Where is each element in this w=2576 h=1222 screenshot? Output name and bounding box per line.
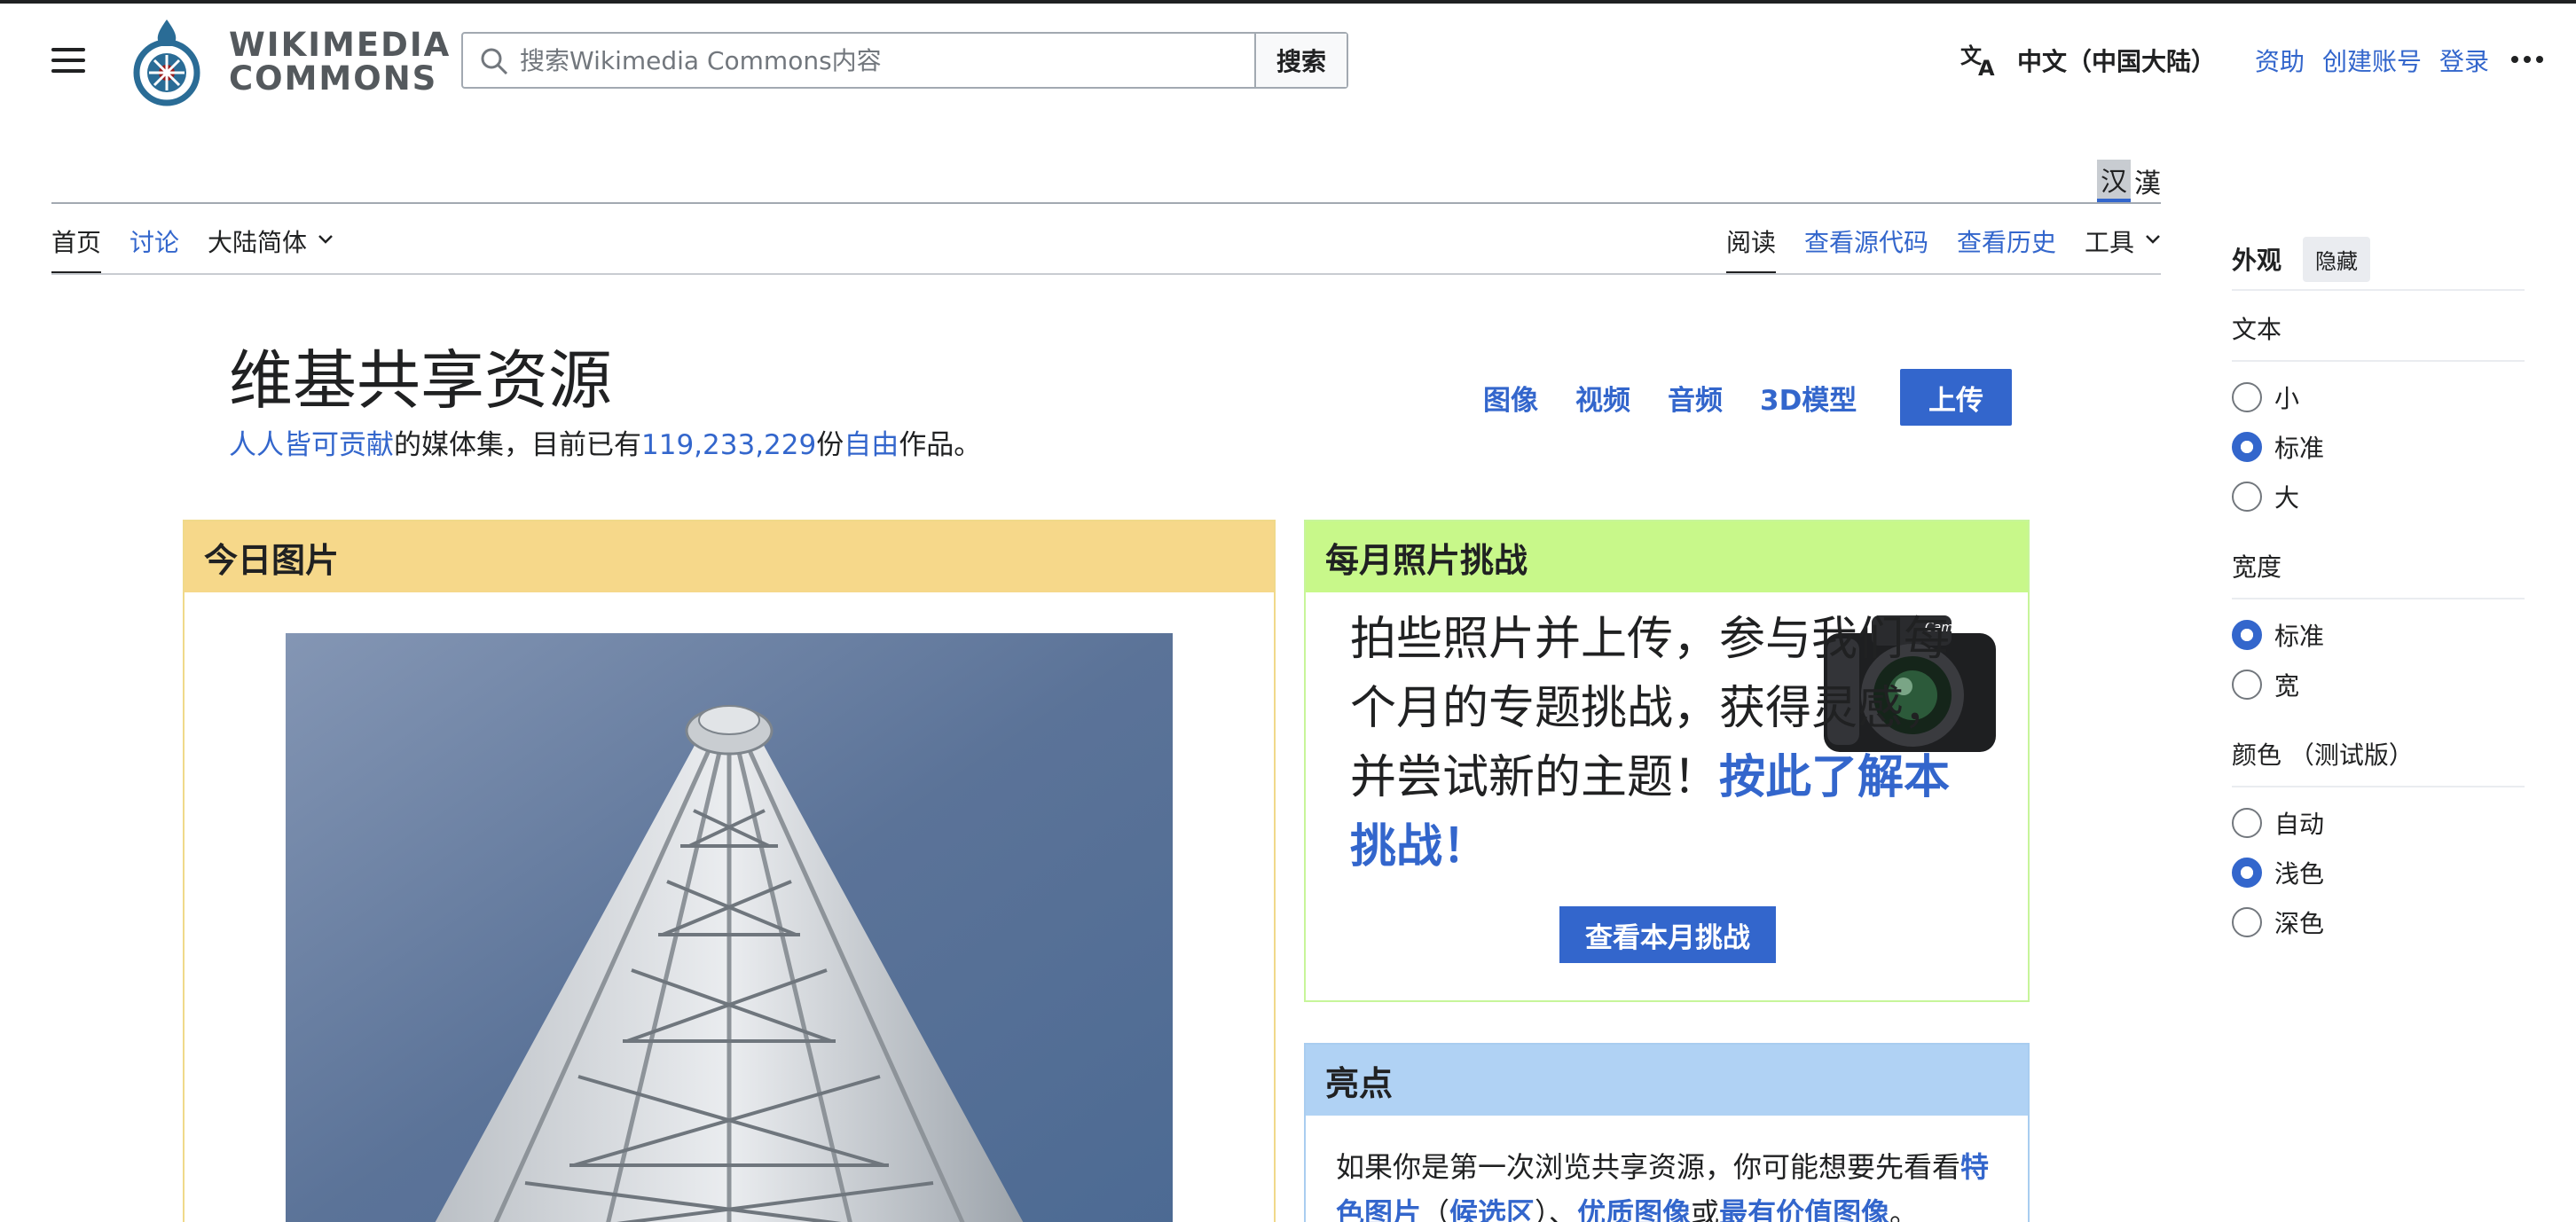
tab-main-page[interactable]: 首页 [51,223,102,275]
text-size-small[interactable]: 小 [2232,372,2525,422]
3d-models-link[interactable]: 3D模型 [1760,378,1857,418]
chevron-down-icon [2146,235,2160,244]
donate-link[interactable]: 资助 [2255,43,2305,78]
search-icon [481,48,508,75]
color-auto[interactable]: 自动 [2232,798,2525,848]
site-logo[interactable]: WIKIMEDIA COMMONS [131,16,449,106]
view-challenge-button[interactable]: 查看本月挑战 [1559,906,1776,963]
text-size-label: 文本 [2232,291,2525,362]
logo-wordmark: WIKIMEDIA COMMONS [229,26,452,98]
radio-button[interactable] [2232,808,2262,838]
radio-button-selected[interactable] [2232,620,2262,650]
text-size-standard[interactable]: 标准 [2232,422,2525,472]
tab-tools-dropdown[interactable]: 工具 [2085,223,2161,275]
more-options-icon[interactable] [2507,46,2548,73]
width-options: 标准 宽 [2232,599,2525,717]
variant-traditional[interactable]: 漢 [2131,161,2164,200]
main-menu-icon[interactable] [50,44,89,76]
login-link[interactable]: 登录 [2439,43,2489,78]
variant-simplified[interactable]: 汉 [2097,160,2131,202]
page-title: 维基共享资源 [229,343,613,418]
chevron-down-icon [318,235,333,244]
highlights-box: 亮点 如果你是第一次浏览共享资源，你可能想要先看看特色图片（候选区）、优质图像或… [1304,1043,2030,1222]
text-size-large[interactable]: 大 [2232,472,2525,521]
tab-read[interactable]: 阅读 [1725,223,1776,275]
picture-of-the-day-box: 今日图片 [183,520,1276,1222]
radio-button[interactable] [2232,382,2262,412]
challenge-description: 拍些照片并上传，参与我们每个月的专题挑战，获得灵感，并尝试新的主题！按此了解本挑… [1350,613,1951,873]
candidates-link[interactable]: 候选区 [1449,1196,1535,1222]
top-border [0,0,2576,4]
highlights-text: 如果你是第一次浏览共享资源，你可能想要先看看特色图片（候选区）、优质图像或最有价… [1336,1144,2010,1222]
radio-button-selected[interactable] [2232,432,2262,462]
header-divider [51,202,2161,204]
text-size-options: 小 标准 大 [2232,362,2525,529]
create-account-link[interactable]: 创建账号 [2322,43,2422,78]
svg-text:A: A [1978,56,1995,77]
width-label: 宽度 [2232,529,2525,599]
radio-button[interactable] [2232,482,2262,512]
photo-challenge-box: 每月照片挑战 Camera 拍些照片并上传，参与我们每个月的专题挑战，获得灵感，… [1304,520,2030,1002]
tab-view-source[interactable]: 查看源代码 [1804,223,1928,275]
challenge-heading: 每月照片挑战 [1306,521,2028,592]
free-link[interactable]: 自由 [844,429,899,461]
search-box: 搜索 [461,32,1348,89]
file-count-link[interactable]: 119,233,229 [641,429,816,461]
appearance-title: 外观 [2232,246,2282,275]
variant-switch: 汉 漢 [2097,160,2164,202]
color-dark[interactable]: 深色 [2232,897,2525,947]
namespace-tabs: 首页 讨论 大陆简体 [51,223,334,275]
contribute-link[interactable]: 人人皆可贡献 [229,429,394,461]
appearance-panel: 外观 隐藏 文本 小 标准 大 宽度 标准 宽 颜色 （测试版） 自动 浅色 深… [2232,236,2525,954]
color-light[interactable]: 浅色 [2232,848,2525,897]
media-type-links: 图像 视频 音频 3D模型 [1483,369,1857,426]
commons-logo-icon [133,20,200,106]
width-wide[interactable]: 宽 [2232,660,2525,709]
valued-images-link[interactable]: 最有价值图像 [1719,1196,1889,1222]
radio-button-selected[interactable] [2232,858,2262,888]
view-tabs: 阅读 查看源代码 查看历史 工具 [1725,223,2161,275]
language-label: 中文（中国大陆） [2017,47,2217,76]
radio-button[interactable] [2232,670,2262,700]
width-standard[interactable]: 标准 [2232,610,2525,660]
page-subtitle: 人人皆可贡献的媒体集，目前已有119,233,229份自由作品。 [229,429,982,461]
language-switcher[interactable]: 文 A 中文（中国大陆） [1960,41,2216,80]
user-links: 资助 创建账号 登录 [2255,41,2489,80]
tab-variant-dropdown[interactable]: 大陆简体 [208,223,334,275]
tab-view-history[interactable]: 查看历史 [1957,223,2056,275]
color-label: 颜色 （测试版） [2232,717,2525,787]
upload-button[interactable]: 上传 [1900,369,2012,426]
highlights-heading: 亮点 [1306,1045,2028,1116]
translate-icon: 文 A [1960,43,1995,77]
picture-of-the-day-image[interactable] [286,633,1173,1222]
quality-images-link[interactable]: 优质图像 [1577,1196,1691,1222]
videos-link[interactable]: 视频 [1575,378,1630,418]
potd-heading: 今日图片 [185,521,1274,592]
images-link[interactable]: 图像 [1483,378,1538,418]
audio-link[interactable]: 音频 [1668,378,1723,418]
color-options: 自动 浅色 深色 [2232,787,2525,954]
tab-discussion[interactable]: 讨论 [130,223,179,275]
appearance-hide-button[interactable]: 隐藏 [2303,236,2371,282]
radio-button[interactable] [2232,907,2262,937]
search-input[interactable] [520,34,1283,87]
tabs-divider [51,273,2161,275]
